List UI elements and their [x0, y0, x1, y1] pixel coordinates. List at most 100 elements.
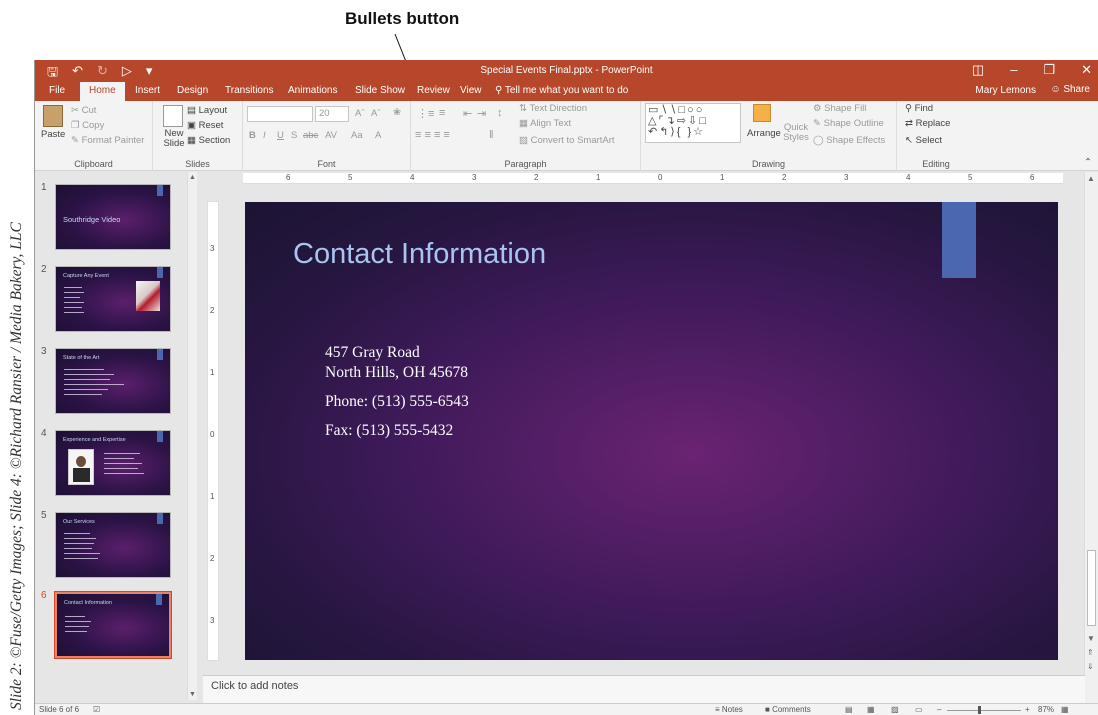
- user-name[interactable]: Mary Lemons: [975, 85, 1036, 96]
- notes-pane[interactable]: Click to add notes: [203, 675, 1085, 703]
- scroll-down-icon[interactable]: ▼: [1087, 634, 1095, 643]
- reading-view-icon[interactable]: ▨: [891, 705, 899, 714]
- slide-body-line[interactable]: 457 Gray Road: [325, 344, 420, 362]
- font-size-box[interactable]: 20: [315, 106, 349, 122]
- slide-body-line[interactable]: North Hills, OH 45678: [325, 364, 468, 382]
- section-button[interactable]: ▦ Section: [187, 135, 230, 146]
- font-color-button[interactable]: A: [375, 130, 381, 141]
- increase-indent-button[interactable]: ⇥: [477, 107, 486, 120]
- italic-button[interactable]: I: [263, 130, 266, 141]
- slide-show-icon[interactable]: ▭: [915, 705, 923, 714]
- comments-button[interactable]: ■ Comments: [765, 705, 811, 714]
- share-button[interactable]: ☺ Share: [1050, 84, 1090, 95]
- slide-title[interactable]: Contact Information: [293, 238, 546, 271]
- reset-button[interactable]: ▣ Reset: [187, 120, 223, 131]
- minimize-icon[interactable]: –: [1010, 62, 1017, 78]
- tell-me-search[interactable]: ⚲ Tell me what you want to do: [495, 85, 628, 96]
- zoom-level[interactable]: 87%: [1038, 705, 1054, 714]
- normal-view-icon[interactable]: ▤: [845, 705, 853, 714]
- shape-effects-button[interactable]: ◯ Shape Effects: [813, 135, 885, 146]
- shrink-font-icon[interactable]: Aˇ: [371, 108, 381, 119]
- thumbnail-1[interactable]: 1 Southridge Video: [35, 182, 193, 252]
- zoom-out-icon[interactable]: –: [937, 705, 941, 714]
- tab-design[interactable]: Design: [177, 85, 208, 96]
- tab-transitions[interactable]: Transitions: [225, 85, 274, 96]
- copy-button[interactable]: ❐ Copy: [71, 120, 104, 131]
- thumbnail-scrollbar[interactable]: ▲ ▼: [187, 172, 197, 700]
- replace-button[interactable]: ⇄ Replace: [905, 118, 950, 129]
- scroll-thumb[interactable]: [1087, 550, 1096, 626]
- change-case-button[interactable]: Aa: [351, 130, 363, 141]
- shape-outline-button[interactable]: ✎ Shape Outline: [813, 118, 884, 129]
- bullets-button[interactable]: ⋮≡: [417, 107, 434, 120]
- thumbnail-image[interactable]: Southridge Video: [55, 184, 171, 250]
- character-spacing-button[interactable]: AV: [325, 130, 337, 141]
- scroll-up-icon[interactable]: ▲: [1087, 174, 1095, 183]
- spelling-icon[interactable]: ☑: [93, 705, 100, 714]
- restore-icon[interactable]: ❐: [1043, 62, 1055, 78]
- zoom-in-icon[interactable]: +: [1025, 705, 1030, 714]
- tab-slide-show[interactable]: Slide Show: [355, 85, 405, 96]
- decrease-indent-button[interactable]: ⇤: [463, 107, 472, 120]
- tab-animations[interactable]: Animations: [288, 85, 337, 96]
- zoom-slider[interactable]: [947, 710, 1021, 711]
- thumbnail-image[interactable]: Capture Any Event: [55, 266, 171, 332]
- slide-body-line[interactable]: Phone: (513) 555-6543: [325, 393, 469, 411]
- layout-button[interactable]: ▤ Layout: [187, 105, 227, 116]
- slide-body-line[interactable]: Fax: (513) 555-5432: [325, 422, 453, 440]
- tab-insert[interactable]: Insert: [135, 85, 160, 96]
- underline-button[interactable]: U: [277, 130, 284, 141]
- slide-scrollbar[interactable]: ▲ ▼ ⇑ ⇓: [1084, 172, 1098, 705]
- text-direction-button[interactable]: ⇅ Text Direction: [519, 103, 587, 114]
- paste-icon[interactable]: [43, 105, 63, 127]
- quick-styles-button[interactable]: Quick Styles: [783, 123, 809, 143]
- thumbnail-4[interactable]: 4 Experience and Expertise: [35, 428, 193, 498]
- shapes-gallery[interactable]: ▭∖∖□○○ △⌜↴⇨⇩□ ↶↰⟩{ }☆: [645, 103, 741, 143]
- tab-review[interactable]: Review: [417, 85, 450, 96]
- cut-button[interactable]: ✂ Cut: [71, 105, 96, 116]
- next-slide-icon[interactable]: ⇓: [1087, 662, 1094, 671]
- select-button[interactable]: ↖ Select: [905, 135, 942, 146]
- arrange-icon[interactable]: [753, 104, 771, 122]
- thumbnail-3[interactable]: 3 State of the Art: [35, 346, 193, 416]
- convert-smartart-button[interactable]: ▨ Convert to SmartArt: [519, 135, 615, 146]
- paste-button[interactable]: Paste: [41, 129, 65, 140]
- shadow-button[interactable]: S: [291, 130, 297, 141]
- new-slide-button[interactable]: New Slide: [159, 129, 189, 149]
- thumbnail-5[interactable]: 5 Our Services: [35, 510, 193, 580]
- strikethrough-button[interactable]: abc: [303, 130, 318, 141]
- notes-button[interactable]: ≡ Notes: [715, 705, 743, 714]
- previous-slide-icon[interactable]: ⇑: [1087, 648, 1094, 657]
- slide-sorter-icon[interactable]: ▦: [867, 705, 875, 714]
- zoom-slider-knob[interactable]: [978, 706, 982, 714]
- thumbnail-image[interactable]: Our Services: [55, 512, 171, 578]
- numbering-button[interactable]: ≡: [439, 107, 445, 119]
- format-painter-button[interactable]: ✎ Format Painter: [71, 135, 144, 146]
- notes-placeholder[interactable]: Click to add notes: [211, 680, 298, 692]
- columns-button[interactable]: ‖: [489, 129, 494, 141]
- clear-formatting-icon[interactable]: ❀: [393, 107, 401, 118]
- align-text-button[interactable]: ▦ Align Text: [519, 118, 571, 129]
- scroll-down-icon[interactable]: ▼: [189, 691, 196, 698]
- tab-view[interactable]: View: [460, 85, 482, 96]
- close-icon[interactable]: ✕: [1081, 62, 1092, 78]
- fit-to-window-icon[interactable]: ▦: [1061, 705, 1069, 714]
- align-buttons[interactable]: ≡ ≡ ≡ ≡: [415, 129, 450, 141]
- thumbnail-2[interactable]: 2 Capture Any Event: [35, 264, 193, 334]
- ribbon-display-icon[interactable]: ◫: [972, 62, 984, 78]
- find-button[interactable]: ⚲ Find: [905, 103, 933, 114]
- shape-fill-button[interactable]: ⚙ Shape Fill: [813, 103, 866, 114]
- line-spacing-button[interactable]: ↕: [497, 107, 503, 119]
- tab-home[interactable]: Home: [80, 82, 125, 101]
- tab-file[interactable]: File: [49, 85, 65, 96]
- scroll-up-icon[interactable]: ▲: [189, 174, 196, 181]
- thumbnail-6[interactable]: 6 Contact Information: [35, 590, 193, 660]
- new-slide-icon[interactable]: [163, 105, 183, 127]
- thumbnail-image[interactable]: Experience and Expertise: [55, 430, 171, 496]
- arrange-button[interactable]: Arrange: [747, 128, 781, 139]
- grow-font-icon[interactable]: Aˆ: [355, 108, 365, 119]
- bold-button[interactable]: B: [249, 130, 256, 141]
- slide-canvas[interactable]: Contact Information 457 Gray Road North …: [245, 202, 1058, 660]
- font-name-box[interactable]: [247, 106, 313, 122]
- thumbnail-image[interactable]: Contact Information: [54, 591, 172, 659]
